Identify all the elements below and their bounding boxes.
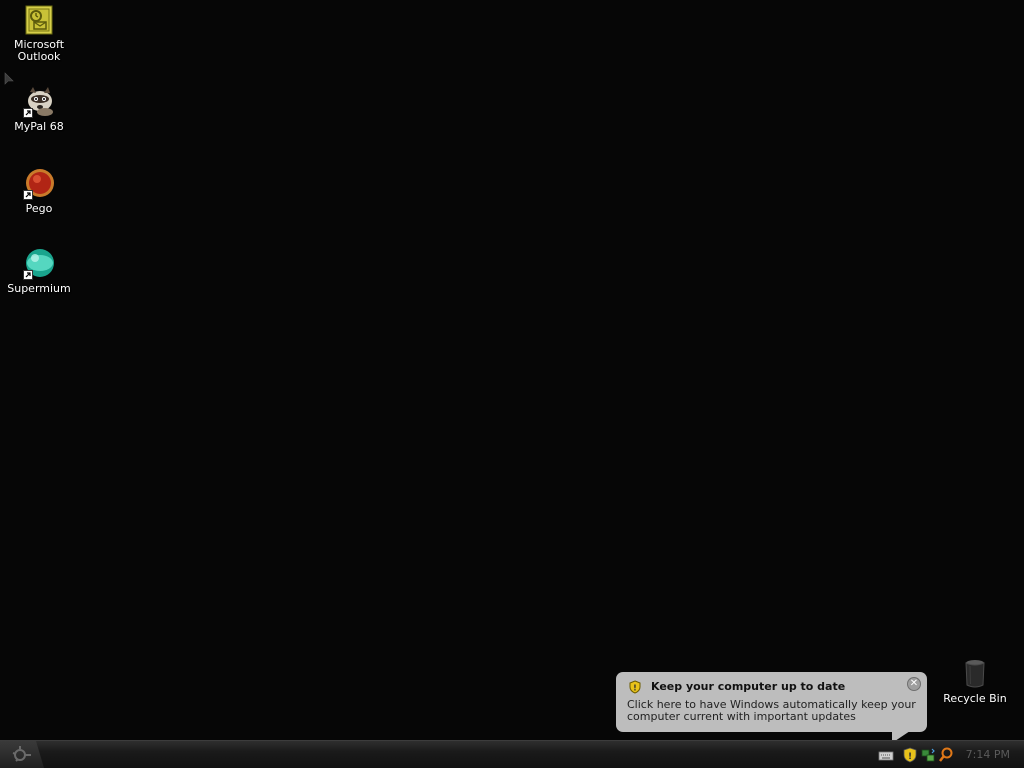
svg-text:!: ! xyxy=(908,752,912,762)
outlook-icon xyxy=(23,4,55,36)
mypal-raccoon-icon xyxy=(23,86,55,118)
shortcut-arrow-icon xyxy=(23,270,33,280)
network-icon[interactable] xyxy=(920,747,936,763)
desktop-icon-pego[interactable]: Pego xyxy=(1,168,77,215)
start-logo-icon xyxy=(12,746,31,762)
notification-balloon[interactable]: ! Keep your computer up to date ✕ Click … xyxy=(616,672,927,732)
desktop-icon-label: Recycle Bin xyxy=(943,692,1007,705)
balloon-title: Keep your computer up to date xyxy=(651,680,846,693)
security-shield-icon: ! xyxy=(628,679,642,698)
svg-text:!: ! xyxy=(633,684,637,693)
balloon-message[interactable]: Click here to have Windows automatically… xyxy=(627,699,917,723)
desktop: Microsoft Outlook MyPal 68 Pego Supermiu… xyxy=(0,0,1024,740)
search-icon[interactable] xyxy=(938,747,954,763)
desktop-icon-supermium[interactable]: Supermium xyxy=(1,248,77,295)
mouse-cursor-icon xyxy=(4,71,14,90)
pego-red-ball-icon xyxy=(23,168,55,200)
desktop-icon-label: Pego xyxy=(25,202,53,215)
keyboard-icon[interactable] xyxy=(878,747,894,763)
security-shield-icon[interactable]: ! xyxy=(902,747,918,763)
desktop-icon-label: MyPal 68 xyxy=(14,120,64,133)
start-button[interactable] xyxy=(0,741,44,768)
desktop-icon-recycle-bin[interactable]: Recycle Bin xyxy=(937,658,1013,705)
desktop-icon-label: Microsoft Outlook xyxy=(13,38,65,63)
recycle-bin-icon xyxy=(959,658,991,690)
taskbar: ! 7:14 PM xyxy=(0,740,1024,768)
close-icon[interactable]: ✕ xyxy=(907,677,921,691)
desktop-icon-label: Supermium xyxy=(7,282,71,295)
shortcut-arrow-icon xyxy=(23,190,33,200)
desktop-icon-mypal[interactable]: MyPal 68 xyxy=(1,86,77,133)
desktop-icon-outlook[interactable]: Microsoft Outlook xyxy=(1,4,77,63)
supermium-globe-icon xyxy=(23,248,55,280)
shortcut-arrow-icon xyxy=(23,108,33,118)
system-tray: ! 7:14 PM xyxy=(874,741,1024,768)
clock[interactable]: 7:14 PM xyxy=(966,748,1010,761)
